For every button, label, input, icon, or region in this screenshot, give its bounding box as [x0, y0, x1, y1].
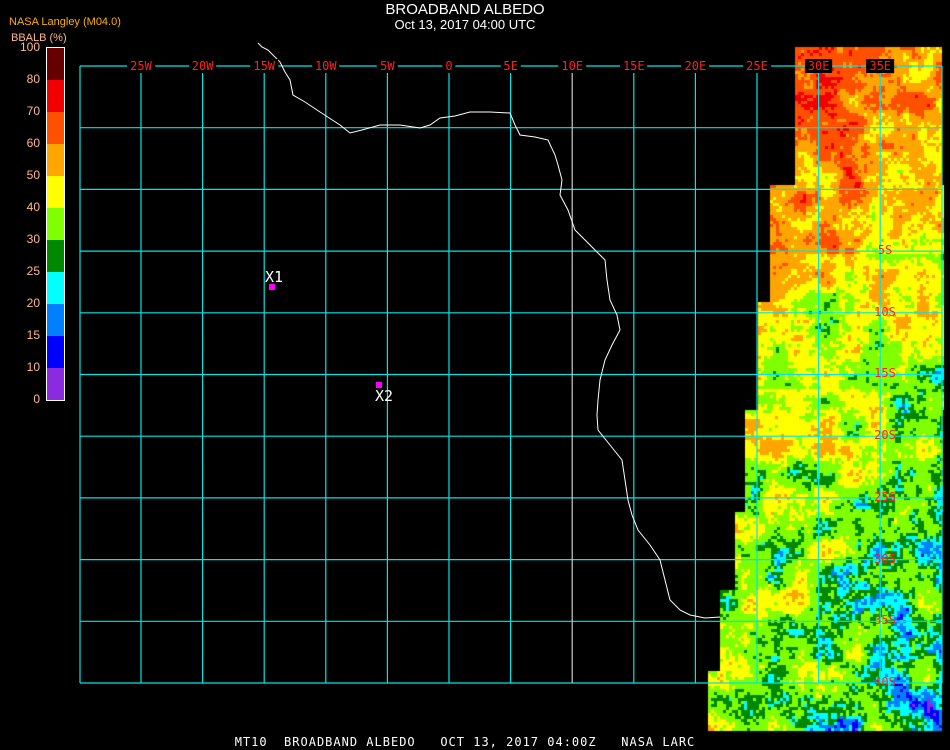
colorbar-segment	[47, 240, 64, 272]
colorbar-tick-label: 40	[26, 200, 40, 214]
source-label: NASA Langley (M04.0)	[9, 16, 121, 28]
colorbar-tick-label: 30	[26, 232, 40, 246]
colorbar-segment	[47, 272, 64, 304]
colorbar-tick-label: 15	[26, 328, 40, 342]
longitude-label: 35E	[866, 59, 895, 73]
latitude-label: 10S	[874, 304, 896, 319]
chart-datetime: Oct 13, 2017 04:00 UTC	[394, 17, 536, 32]
colorbar-segment	[47, 80, 64, 112]
colorbar-tick-label: 25	[26, 264, 40, 278]
longitude-label: 20E	[681, 59, 710, 73]
marker-x2-label: X2	[375, 387, 394, 405]
latitude-label: 5S	[877, 243, 893, 257]
colorbar-tick-label: 50	[26, 168, 40, 182]
marker-x1-label: X1	[265, 268, 284, 286]
longitude-label: 20W	[188, 59, 217, 73]
coastline	[257, 42, 721, 619]
longitude-label: 0	[442, 59, 456, 73]
colorbar-tick-label: 20	[26, 296, 40, 310]
longitude-label: 15W	[250, 59, 279, 73]
colorbar-tick-label: 0	[33, 392, 40, 406]
longitude-label: 10E	[558, 59, 587, 73]
colorbar-segment	[47, 336, 64, 368]
map-overlay	[79, 42, 943, 684]
longitude-label: 25W	[127, 59, 155, 73]
latitude-label: 20S	[874, 428, 896, 443]
longitude-label: 30E	[804, 59, 833, 73]
chart-title: BROADBAND ALBEDO	[385, 1, 545, 18]
colorbar-units: BBALB (%)	[11, 32, 67, 44]
colorbar-segment	[47, 208, 64, 240]
latitude-label: 40S	[874, 674, 896, 689]
colorbar-tick-label: 70	[26, 104, 40, 118]
colorbar-segment	[47, 48, 64, 80]
latitude-label: 30S	[874, 551, 896, 566]
latitude-label: 35S	[874, 613, 896, 628]
colorbar-segment	[47, 176, 64, 208]
latitude-label: 25S	[874, 489, 896, 504]
colorbar-tick-label: 10	[26, 360, 40, 374]
footer-caption: MT10 BROADBAND ALBEDO OCT 13, 2017 04:00…	[234, 735, 696, 749]
colorbar-segment	[47, 112, 64, 144]
longitude-label: 5W	[377, 59, 398, 73]
longitude-label: 5E	[500, 59, 521, 73]
colorbar-segment	[47, 144, 64, 176]
colorbar-segment	[47, 304, 64, 336]
longitude-label: 10W	[311, 59, 340, 73]
colorbar	[46, 47, 65, 401]
longitude-label: 15E	[619, 59, 648, 73]
latitude-label: 15S	[874, 366, 896, 381]
colorbar-segment	[47, 368, 64, 400]
longitude-label: 25E	[743, 59, 771, 73]
colorbar-tick-label: 80	[26, 72, 40, 86]
colorbar-tick-label: 60	[26, 136, 40, 150]
